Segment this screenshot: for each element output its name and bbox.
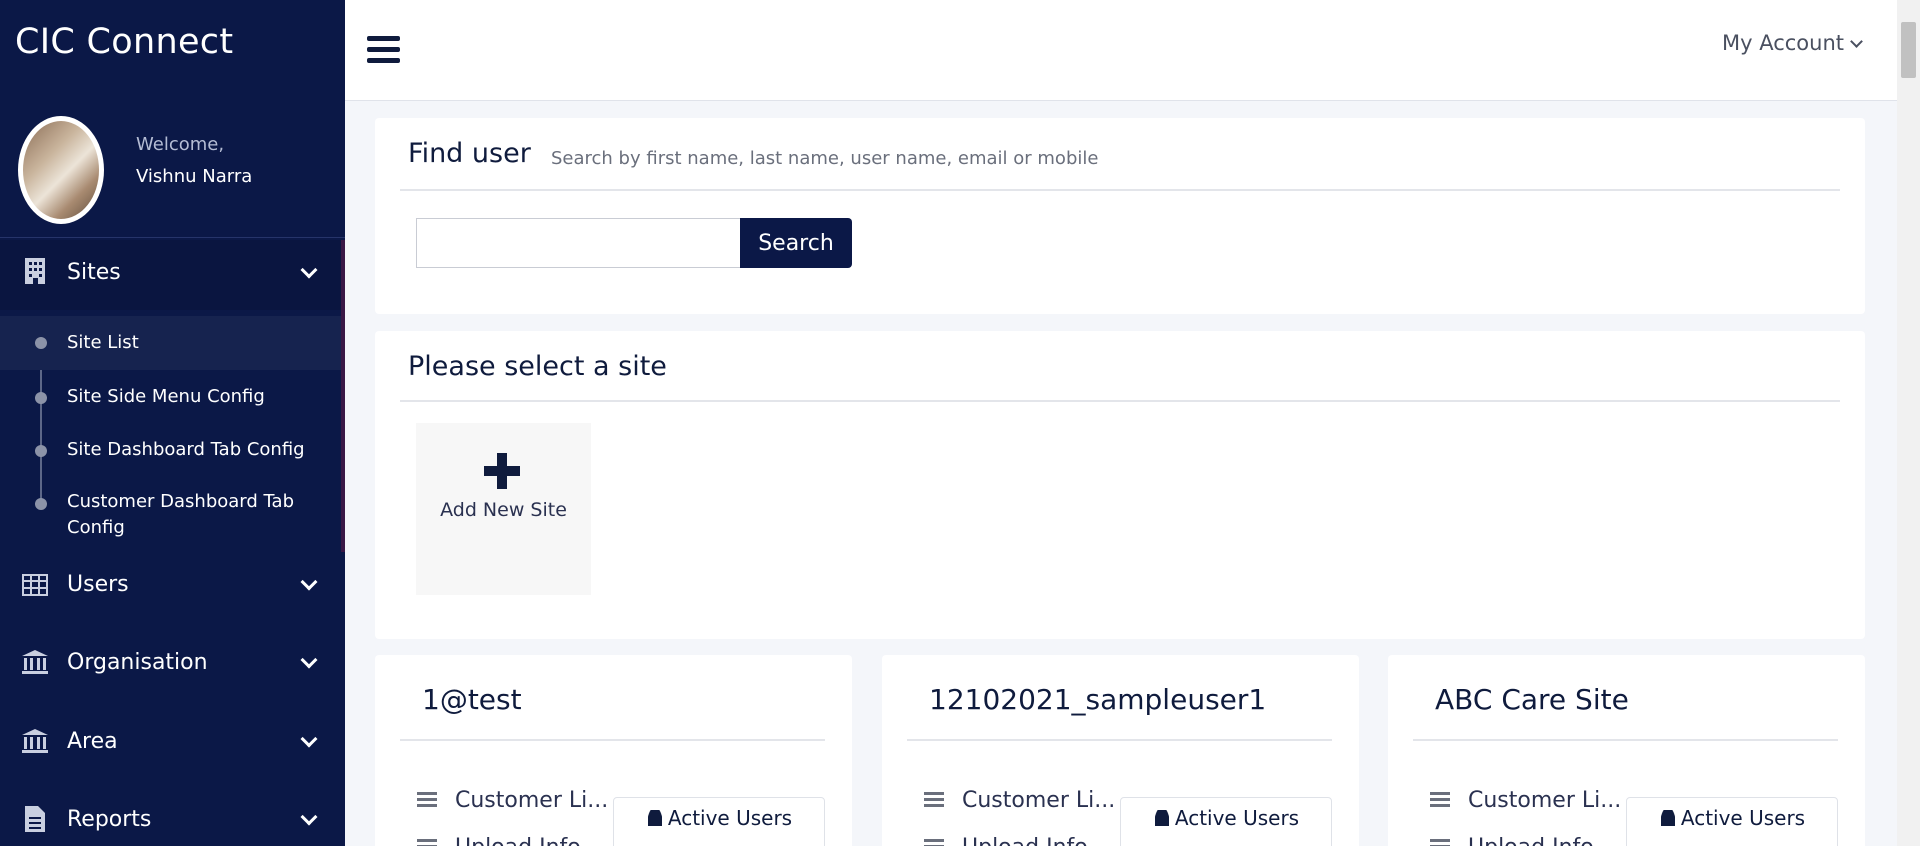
sidebar-item-area[interactable]: Area <box>0 713 345 773</box>
link-label: Customer Li... <box>1468 788 1622 813</box>
user-icon <box>1154 810 1169 826</box>
chevron-down-icon <box>300 261 318 279</box>
site-card[interactable]: 1@test Customer Li... Upload Info... Act… <box>375 655 852 846</box>
sidebar-subitem-site-dashboard-tab-config[interactable]: Site Dashboard Tab Config <box>0 424 341 474</box>
chevron-down-icon <box>300 651 318 669</box>
add-new-site-label: Add New Site <box>440 499 567 521</box>
active-users-box: Active Users <box>1626 797 1838 846</box>
plus-icon <box>484 453 520 489</box>
panel-title: Find user <box>408 138 531 169</box>
divider <box>400 400 1840 402</box>
panel-title: Please select a site <box>408 351 667 382</box>
active-users-text: Active Users <box>1174 806 1300 830</box>
sidebar-item-label: Sites <box>67 260 121 285</box>
site-name: ABC Care Site <box>1435 683 1629 716</box>
search-input[interactable] <box>416 218 742 268</box>
my-account-dropdown[interactable]: My Account <box>1721 31 1863 55</box>
sidebar-subitem-label: Site Dashboard Tab Config <box>67 439 305 460</box>
site-name: 12102021_sampleuser1 <box>929 683 1267 716</box>
find-user-panel: Find user Search by first name, last nam… <box>375 118 1865 314</box>
chevron-down-icon <box>300 730 318 748</box>
customer-list-link[interactable]: Customer Li... <box>924 788 1115 813</box>
sidebar-item-organisation[interactable]: Organisation <box>0 634 345 694</box>
list-icon <box>417 792 437 808</box>
customer-list-link[interactable]: Customer Li... <box>1430 788 1621 813</box>
sidebar-item-label: Area <box>67 729 118 754</box>
active-users-box: Active Users <box>1120 797 1332 846</box>
list-icon <box>1430 792 1450 808</box>
customer-list-link[interactable]: Customer Li... <box>417 788 608 813</box>
bullet-icon <box>35 337 47 349</box>
active-users-text: Active Users <box>1680 806 1806 830</box>
active-users-label: Active Users <box>614 806 826 830</box>
table-icon <box>20 570 50 600</box>
sidebar-subitem-customer-dashboard-tab-config[interactable]: Customer Dashboard Tab Config <box>0 478 341 546</box>
sidebar-subitem-label: Site List <box>67 332 139 353</box>
search-button[interactable]: Search <box>740 218 852 268</box>
link-label: Customer Li... <box>962 788 1116 813</box>
menu-toggle-icon[interactable] <box>367 36 400 64</box>
submenu-accent <box>341 240 345 552</box>
app-title: CIC Connect <box>15 22 234 62</box>
site-name: 1@test <box>422 683 522 716</box>
user-icon <box>1660 810 1675 826</box>
add-new-site-button[interactable]: Add New Site <box>416 423 591 595</box>
divider <box>907 739 1332 741</box>
divider <box>1413 739 1838 741</box>
bullet-icon <box>35 498 47 510</box>
welcome-text: Welcome, <box>136 134 225 155</box>
search-hint: Search by first name, last name, user na… <box>551 148 1099 169</box>
chevron-down-icon <box>1850 35 1863 48</box>
chevron-down-icon <box>300 808 318 826</box>
bank-icon <box>20 647 50 677</box>
link-label: Upload Info... <box>962 835 1108 846</box>
sidebar-subitem-label: Site Side Menu Config <box>67 386 265 407</box>
sidebar-item-label: Users <box>67 572 129 597</box>
scrollbar-thumb[interactable] <box>1901 22 1916 78</box>
sidebar-item-reports[interactable]: Reports <box>0 791 345 846</box>
upload-icon <box>1430 839 1450 846</box>
page-scrollbar[interactable] <box>1897 0 1920 846</box>
my-account-label: My Account <box>1721 31 1844 55</box>
bullet-icon <box>35 392 47 404</box>
document-icon <box>20 804 50 834</box>
upload-icon <box>417 839 437 846</box>
sidebar-subitem-label: Customer Dashboard Tab Config <box>67 491 295 538</box>
upload-info-link[interactable]: Upload Info... <box>1430 835 1614 846</box>
avatar[interactable] <box>18 116 104 224</box>
divider <box>400 739 825 741</box>
sidebar: CIC Connect Welcome, Vishnu Narra Sites … <box>0 0 345 846</box>
active-users-box: Active Users <box>613 797 825 846</box>
active-users-text: Active Users <box>667 806 793 830</box>
building-icon <box>20 256 50 286</box>
user-icon <box>647 810 662 826</box>
divider <box>400 189 1840 191</box>
upload-info-link[interactable]: Upload Info... <box>924 835 1108 846</box>
select-site-panel: Please select a site Add New Site <box>375 331 1865 639</box>
sidebar-item-label: Reports <box>67 807 152 832</box>
active-users-label: Active Users <box>1627 806 1839 830</box>
user-profile: Welcome, Vishnu Narra <box>0 110 345 238</box>
sidebar-item-label: Organisation <box>67 650 208 675</box>
bullet-icon <box>35 445 47 457</box>
bank-icon <box>20 726 50 756</box>
sidebar-item-sites[interactable]: Sites <box>0 240 345 310</box>
user-name: Vishnu Narra <box>136 166 253 187</box>
sidebar-subitem-site-list[interactable]: Site List <box>0 316 341 370</box>
site-card[interactable]: 12102021_sampleuser1 Customer Li... Uplo… <box>882 655 1359 846</box>
active-users-label: Active Users <box>1121 806 1333 830</box>
link-label: Upload Info... <box>1468 835 1614 846</box>
sidebar-item-users[interactable]: Users <box>0 556 345 616</box>
link-label: Customer Li... <box>455 788 609 813</box>
chevron-down-icon <box>300 573 318 591</box>
upload-info-link[interactable]: Upload Info... <box>417 835 601 846</box>
topbar: My Account <box>345 0 1897 101</box>
link-label: Upload Info... <box>455 835 601 846</box>
list-icon <box>924 792 944 808</box>
upload-icon <box>924 839 944 846</box>
site-card[interactable]: ABC Care Site Customer Li... Upload Info… <box>1388 655 1865 846</box>
sidebar-subitem-site-side-menu-config[interactable]: Site Side Menu Config <box>0 372 341 422</box>
